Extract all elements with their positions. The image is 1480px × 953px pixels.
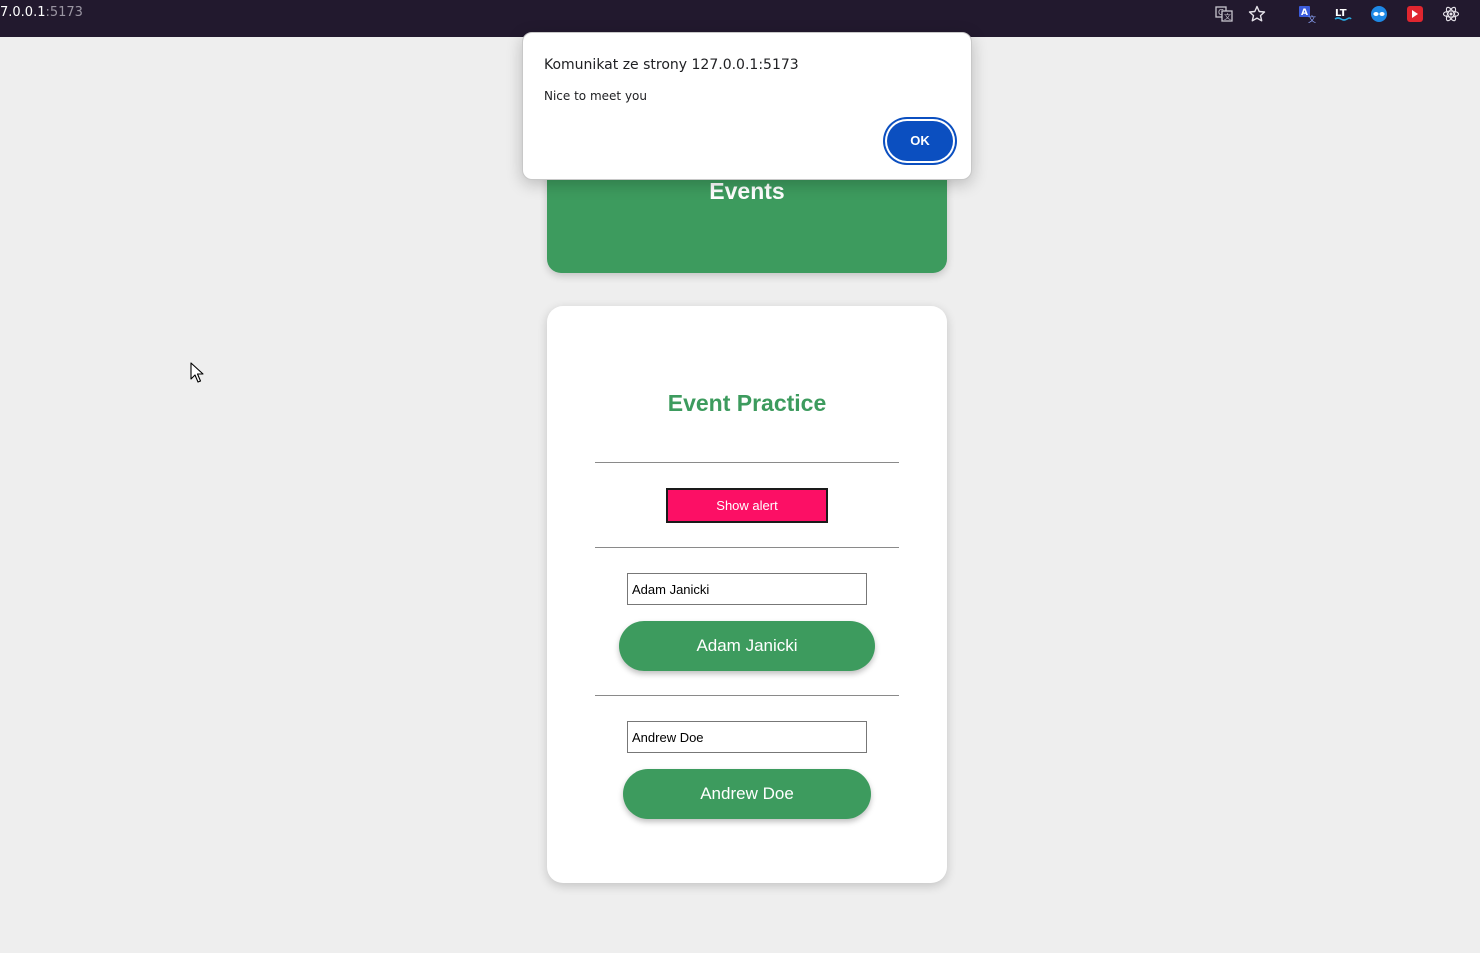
react-devtools-icon[interactable] [1442, 5, 1460, 23]
event-practice-card: Event Practice Show alert Adam Janicki A… [547, 306, 947, 883]
show-alert-button[interactable]: Show alert [666, 488, 828, 523]
second-name-input[interactable] [627, 721, 867, 753]
dialog-message: Nice to meet you [544, 89, 647, 103]
extension-lt-icon[interactable]: LT [1334, 5, 1352, 23]
address-bar[interactable]: 7.0.0.1:5173 [0, 5, 83, 21]
first-name-button[interactable]: Adam Janicki [619, 621, 875, 671]
divider [595, 547, 899, 548]
svg-text:文: 文 [1224, 12, 1231, 21]
url-port: :5173 [45, 5, 83, 20]
divider [595, 695, 899, 696]
url-host: 7.0.0.1 [0, 5, 46, 20]
ok-button[interactable]: OK [887, 121, 953, 161]
second-name-button[interactable]: Andrew Doe [623, 769, 871, 819]
extension-red-play-icon[interactable] [1406, 5, 1424, 23]
svg-text:文: 文 [1308, 14, 1316, 23]
first-name-input[interactable] [627, 573, 867, 605]
dialog-title: Komunikat ze strony 127.0.0.1:5173 [544, 57, 799, 73]
page-title: Events [709, 178, 785, 204]
bookmark-star-icon[interactable] [1248, 5, 1266, 23]
card-title: Event Practice [667, 390, 827, 416]
mouse-cursor-icon [190, 362, 204, 389]
extension-translate-icon[interactable]: A文 [1298, 5, 1316, 23]
svg-text:A: A [1301, 8, 1308, 18]
translate-icon[interactable]: G文 [1215, 5, 1233, 23]
alert-dialog: Komunikat ze strony 127.0.0.1:5173 Nice … [522, 32, 972, 180]
divider [595, 462, 899, 463]
extension-mask-icon[interactable] [1370, 5, 1388, 23]
